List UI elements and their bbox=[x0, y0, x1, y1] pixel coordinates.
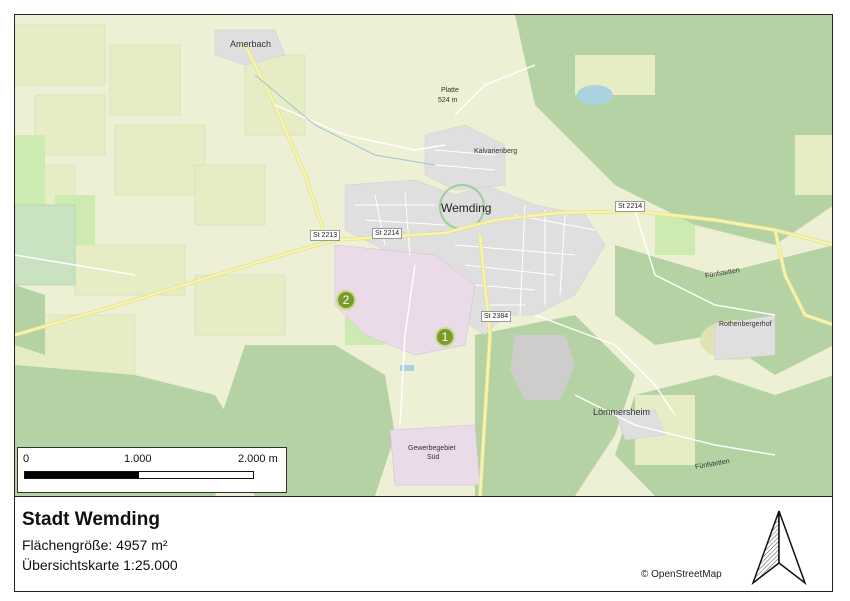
scale-bar-black-segment bbox=[25, 472, 139, 478]
scale-bar: 0 1.000 2.000 m bbox=[17, 447, 287, 493]
map-title: Stadt Wemding bbox=[22, 509, 160, 530]
scale-bar-graphic bbox=[24, 471, 254, 479]
info-panel: Stadt Wemding Flächengröße: 4957 m² Über… bbox=[15, 497, 832, 591]
area-size-text: Flächengröße: 4957 m² bbox=[22, 537, 168, 553]
label-rothenbergerhof: Rothenbergerhof bbox=[719, 321, 772, 328]
north-arrow-icon bbox=[751, 510, 807, 586]
road-label-st2214-east: St 2214 bbox=[615, 201, 646, 212]
label-platte-elevation: 524 m bbox=[438, 97, 458, 104]
road-label-st2214-west: St 2214 bbox=[372, 228, 403, 239]
overview-map[interactable]: Amerbach Platte 524 m Kalvarienberg Wemd… bbox=[15, 15, 832, 496]
label-amerbach: Amerbach bbox=[230, 39, 272, 49]
label-kalvarienberg: Kalvarienberg bbox=[474, 148, 518, 155]
label-sued: Süd bbox=[427, 454, 440, 461]
road-label-st2384: St 2384 bbox=[481, 311, 512, 322]
site-marker-1[interactable]: 1 bbox=[435, 327, 455, 347]
copyright-text: © OpenStreetMap bbox=[641, 569, 722, 580]
scale-label-2000: 2.000 m bbox=[238, 453, 278, 465]
label-platte: Platte bbox=[441, 87, 459, 94]
label-gewerbegebiet: Gewerbegebiet bbox=[408, 445, 456, 452]
map-canvas bbox=[15, 15, 832, 496]
map-scale-text: Übersichtskarte 1:25.000 bbox=[22, 557, 178, 573]
site-marker-2[interactable]: 2 bbox=[336, 290, 356, 310]
label-wemding: Wemding bbox=[441, 201, 492, 215]
scale-label-0: 0 bbox=[23, 453, 30, 465]
label-lommersheim: Lömmersheim bbox=[593, 407, 651, 417]
road-label-st2213: St 2213 bbox=[310, 230, 341, 241]
wetland-area bbox=[15, 204, 76, 286]
map-frame: Amerbach Platte 524 m Kalvarienberg Wemd… bbox=[14, 14, 833, 592]
scale-label-1000: 1.000 bbox=[124, 453, 152, 465]
